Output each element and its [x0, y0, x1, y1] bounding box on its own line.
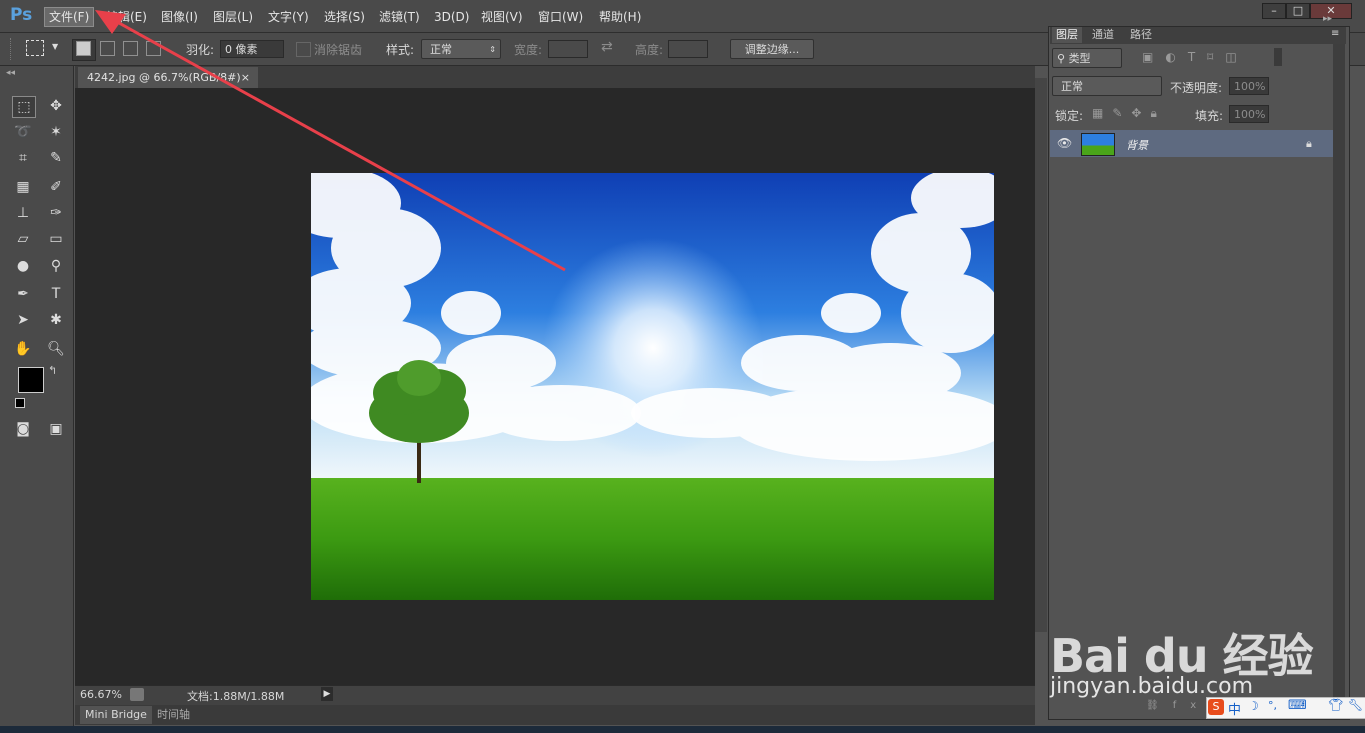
- layer-name[interactable]: 背景: [1126, 137, 1148, 153]
- collapsed-panel-dock[interactable]: [1035, 78, 1047, 632]
- tool-icon[interactable]: 🔧︎: [1348, 698, 1363, 712]
- play-arrow-icon[interactable]: ▶: [321, 687, 333, 701]
- panel-footer-icons[interactable]: ⛓fx: [1146, 700, 1210, 711]
- document-size: 文档:1.88M/1.88M: [187, 690, 285, 703]
- tab-paths[interactable]: 路径: [1126, 27, 1156, 43]
- panel-menu-icon[interactable]: ≡: [1331, 28, 1339, 39]
- height-label: 高度:: [635, 43, 664, 57]
- zoom-tool-icon[interactable]: 🔍︎: [45, 339, 67, 359]
- path-select-icon[interactable]: ➤: [12, 310, 34, 330]
- search-icon: ⚲: [1057, 52, 1069, 65]
- eye-icon[interactable]: 👁︎: [1057, 136, 1072, 150]
- image-filter-icon[interactable]: ▣: [1142, 50, 1165, 64]
- menu-help[interactable]: 帮助(H): [595, 8, 645, 26]
- panel-scrollbar[interactable]: [1333, 44, 1345, 704]
- tab-layers[interactable]: 图层: [1052, 27, 1082, 43]
- layer-thumbnail: [1081, 133, 1115, 156]
- lock-label: 锁定:: [1055, 109, 1084, 123]
- text-filter-icon[interactable]: T: [1188, 50, 1207, 64]
- smart-filter-icon[interactable]: ◫: [1225, 50, 1248, 64]
- lock-transparent-icon[interactable]: ▦: [1092, 106, 1112, 120]
- arrow-shaft: [109, 16, 566, 272]
- expand-icon[interactable]: ▸▸: [1323, 14, 1332, 24]
- zoom-level[interactable]: 66.67%: [80, 688, 122, 701]
- baidu-watermark-url: jingyan.baidu.com: [1050, 674, 1254, 699]
- lock-position-icon[interactable]: ✥: [1131, 106, 1150, 120]
- maximize-button[interactable]: □: [1286, 3, 1310, 19]
- default-colors-icon[interactable]: [15, 398, 25, 408]
- fill-input[interactable]: 100%: [1229, 105, 1269, 123]
- quick-mask-icon[interactable]: ◙: [12, 419, 34, 439]
- lock-icons[interactable]: ▦✎✥🔒︎: [1092, 106, 1166, 121]
- tab-channels[interactable]: 通道: [1088, 27, 1118, 43]
- arrow-head: [95, 10, 126, 34]
- tab-timeline[interactable]: 时间轴: [157, 706, 190, 724]
- adjust-filter-icon[interactable]: ◐: [1165, 50, 1187, 64]
- tab-mini-bridge[interactable]: Mini Bridge: [80, 706, 152, 724]
- sogou-icon[interactable]: S: [1208, 699, 1224, 715]
- foreground-color-swatch[interactable]: [18, 367, 44, 393]
- grass-field: [311, 478, 994, 600]
- ime-lang[interactable]: 中: [1228, 699, 1241, 718]
- os-taskbar: [0, 726, 1365, 733]
- custom-shape-icon[interactable]: ✱: [45, 310, 67, 330]
- height-input[interactable]: [668, 40, 708, 58]
- keyboard-icon[interactable]: ⌨: [1288, 698, 1307, 713]
- refine-edge-button[interactable]: 调整边缘...: [730, 39, 814, 59]
- filter-toggle[interactable]: [1274, 48, 1282, 66]
- swap-icon[interactable]: ⇄: [601, 39, 613, 55]
- share-icon[interactable]: [130, 688, 144, 701]
- bottom-panel-tabs: [75, 705, 1035, 725]
- minimize-button[interactable]: –: [1262, 3, 1286, 19]
- lock-pixels-icon[interactable]: ✎: [1112, 106, 1131, 120]
- skin-icon[interactable]: 👕︎: [1328, 698, 1343, 712]
- screen-mode-icon[interactable]: ▣: [45, 419, 67, 439]
- filter-icons[interactable]: ▣◐T⌑◫: [1142, 50, 1249, 64]
- blend-mode-value: 正常: [1061, 80, 1083, 93]
- layer-lock-icon: 🔒︎: [1306, 137, 1312, 150]
- filter-type-select[interactable]: ⚲ 类型: [1052, 48, 1122, 68]
- moon-icon[interactable]: ☽: [1248, 699, 1259, 713]
- fx-icon[interactable]: fx: [1173, 700, 1210, 711]
- lock-all-icon[interactable]: 🔒︎: [1150, 106, 1165, 120]
- shape-filter-icon[interactable]: ⌑: [1207, 50, 1225, 64]
- opacity-label: 不透明度:: [1170, 81, 1223, 95]
- fill-label: 填充:: [1195, 109, 1224, 123]
- swap-colors-icon[interactable]: ↰: [48, 364, 57, 377]
- filter-type-label: 类型: [1068, 52, 1091, 65]
- blend-mode-select[interactable]: 正常: [1052, 76, 1162, 96]
- opacity-input[interactable]: 100%: [1229, 77, 1269, 95]
- hand-tool-icon[interactable]: ✋: [12, 339, 34, 359]
- link-icon[interactable]: ⛓: [1146, 700, 1173, 711]
- punct-icon[interactable]: °,: [1268, 699, 1277, 712]
- annotation-arrow: [95, 10, 566, 272]
